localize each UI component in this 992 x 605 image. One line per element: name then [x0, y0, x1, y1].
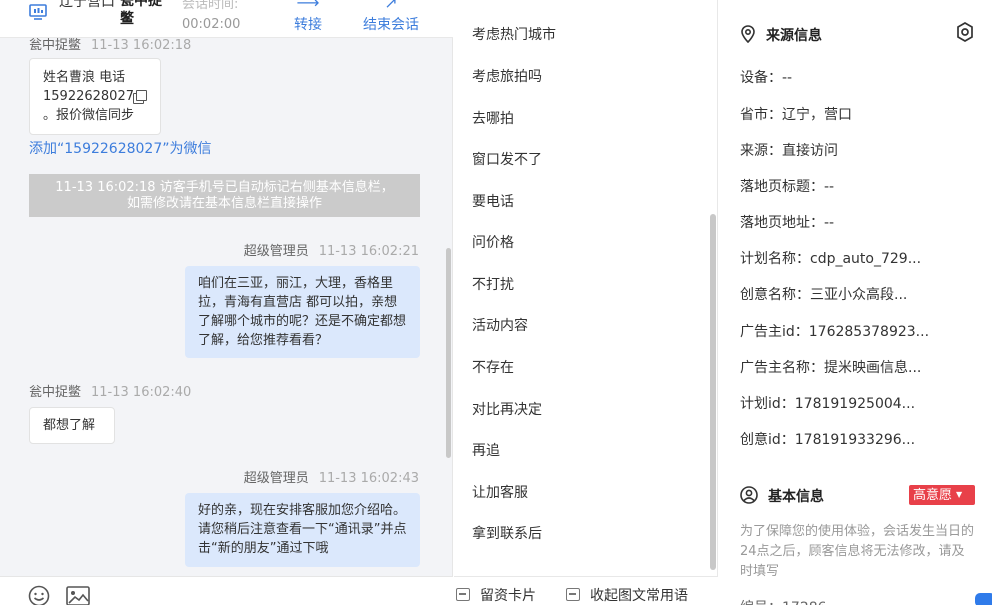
agent-message-bubble: 好的亲，现在安排客服加您介绍哈。请您稍后注意查看一下“通讯录”并点击“新的朋友”…: [185, 493, 420, 567]
phrase-item[interactable]: 去哪拍: [472, 108, 514, 128]
phone-number: 15922628027: [43, 89, 134, 104]
message-sender-row: 瓮中捉鳖 11-13 16:02:40: [29, 381, 191, 400]
info-row-creative-name: 创意名称：三亚小众高段...: [740, 287, 908, 303]
agent-message-bubble: 咱们在三亚，丽江，大理，香格里拉，青海有直营店 都可以拍，亲想了解哪个城市的呢？…: [185, 266, 420, 358]
chat-header: 辽宁营口 瓮中捉鳖 会话时间: 00:02:00 ⟶ 转接 ↗ 结束会话: [0, 0, 453, 38]
gear-icon[interactable]: [956, 22, 974, 42]
phrase-item[interactable]: 考虑热门城市: [472, 24, 556, 44]
collapse-icon: [566, 588, 580, 601]
arrow-right-icon: ⟶: [296, 0, 320, 12]
caret-down-icon: ▼: [956, 490, 963, 499]
info-row-number: 编号：17286: [740, 597, 827, 605]
phrase-item[interactable]: 不打扰: [472, 274, 514, 294]
info-row-advertiser-id: 广告主id：176285378923...: [740, 324, 930, 340]
intent-level-dropdown[interactable]: 高意愿 ▼: [909, 485, 975, 505]
info-row-landing-title: 落地页标题：--: [740, 179, 835, 195]
info-row-plan-id: 计划id：178191925004...: [740, 396, 916, 412]
sender-name: 超级管理员: [243, 244, 309, 259]
info-row-creative-id: 创意id：178191933296...: [740, 432, 916, 448]
message-sender-row: 超级管理员 11-13 16:02:43: [244, 467, 419, 486]
message-sender-row: 瓮中捉鳖 11-13 16:02:18: [29, 38, 191, 53]
sender-name: 超级管理员: [243, 471, 309, 486]
visitor-message-bubble: 都想了解: [29, 407, 115, 444]
message-time: 11-13 16:02:40: [91, 385, 192, 400]
system-note-line: 如需修改请在基本信息栏直接操作: [126, 196, 322, 211]
system-note: 11-13 16:02:18 访客手机号已自动标记右侧基本信息栏， 如需修改请在…: [29, 174, 420, 217]
session-time-label: 会话时间:: [182, 0, 239, 12]
phrase-item[interactable]: 考虑旅拍吗: [472, 66, 542, 86]
edit-notice: 为了保障您的使用体验，会话发生当日的24点之后，顾客信息将无法修改，请及时填写: [740, 524, 975, 579]
end-session-label: 结束会话: [363, 17, 419, 33]
chat-scrollbar[interactable]: [446, 248, 451, 458]
phrase-item[interactable]: 窗口发不了: [472, 149, 542, 169]
basic-info-label: 基本信息: [768, 489, 824, 505]
phrase-item[interactable]: 要电话: [472, 191, 514, 211]
chat-toolbar: [0, 576, 453, 605]
chat-panel: 辽宁营口 瓮中捉鳖 会话时间: 00:02:00 ⟶ 转接 ↗ 结束会话 瓮中捉…: [0, 0, 453, 605]
info-card-label: 留资卡片: [480, 588, 536, 604]
info-row-advertiser-name: 广告主名称：提米映画信息...: [740, 360, 922, 376]
location-pin-icon: [741, 25, 755, 43]
basic-info-title: 基本信息: [740, 486, 824, 506]
message-line: 。报价微信同步: [43, 108, 135, 123]
phrase-item[interactable]: 对比再决定: [472, 399, 542, 419]
collapse-phrases-label: 收起图文常用语: [590, 588, 688, 604]
phrase-item[interactable]: 再追: [472, 440, 500, 460]
sender-name: 瓮中捉鳖: [29, 38, 82, 53]
session-time: 00:02:00: [182, 17, 241, 32]
info-card-button[interactable]: 留资卡片: [456, 585, 536, 605]
info-row-city: 省市：辽宁，营口: [740, 107, 852, 123]
collapse-phrases-button[interactable]: 收起图文常用语: [566, 585, 688, 605]
end-session-button[interactable]: ↗ 结束会话: [360, 0, 422, 34]
info-row-source: 来源：直接访问: [740, 143, 838, 159]
message-time: 11-13 16:02:43: [318, 471, 419, 486]
image-icon[interactable]: [66, 586, 90, 605]
phrase-item[interactable]: 让加客服: [472, 482, 528, 502]
phrase-item[interactable]: 拿到联系后: [472, 523, 542, 543]
phrase-scrollbar[interactable]: [710, 214, 716, 570]
smile-icon[interactable]: [28, 585, 50, 605]
floating-action-button[interactable]: [975, 593, 992, 605]
transfer-button[interactable]: ⟶ 转接: [292, 0, 324, 34]
exit-icon: ↗: [384, 0, 398, 12]
user-circle-icon: [740, 486, 758, 504]
info-row-plan-name: 计划名称：cdp_auto_729...: [740, 251, 922, 267]
message-time: 11-13 16:02:21: [318, 244, 419, 259]
source-info-title: 来源信息: [740, 25, 822, 45]
phrase-item[interactable]: 活动内容: [472, 315, 528, 335]
source-info-label: 来源信息: [766, 28, 822, 44]
message-list: 瓮中捉鳖 11-13 16:02:18 姓名曹浪 电话 15922628027 。…: [0, 38, 453, 576]
info-row-device: 设备：--: [740, 70, 793, 86]
visitor-location: 辽宁营口: [59, 0, 115, 10]
message-time: 11-13 16:02:18: [91, 38, 192, 53]
info-row-landing-url: 落地页地址：--: [740, 215, 835, 231]
quick-phrase-panel: 考虑热门城市 考虑旅拍吗 去哪拍 窗口发不了 要电话 问价格 不打扰 活动内容 …: [454, 0, 718, 605]
copy-icon[interactable]: [135, 90, 147, 101]
phrase-item[interactable]: 不存在: [472, 357, 514, 377]
visitor-name: 瓮中捉鳖: [120, 0, 162, 27]
visitor-message-bubble: 姓名曹浪 电话 15922628027 。报价微信同步: [29, 58, 161, 135]
message-sender-row: 超级管理员 11-13 16:02:21: [244, 240, 419, 259]
phrase-toolbar: 留资卡片 收起图文常用语: [454, 576, 718, 605]
card-icon: [456, 588, 470, 601]
system-note-line: 11-13 16:02:18 访客手机号已自动标记右侧基本信息栏，: [55, 180, 394, 195]
visitor-info-panel: 来源信息 设备：-- 省市：辽宁，营口 来源：直接访问 落地页标题：-- 落地页…: [719, 0, 992, 605]
phrase-item[interactable]: 问价格: [472, 232, 514, 252]
intent-level-value: 高意愿: [913, 488, 953, 503]
transfer-label: 转接: [294, 17, 322, 33]
sender-name: 瓮中捉鳖: [29, 385, 82, 400]
monitor-icon: [29, 4, 47, 20]
message-line: 姓名曹浪 电话: [43, 70, 126, 85]
add-wechat-link[interactable]: 添加“15922628027”为微信: [29, 138, 212, 158]
